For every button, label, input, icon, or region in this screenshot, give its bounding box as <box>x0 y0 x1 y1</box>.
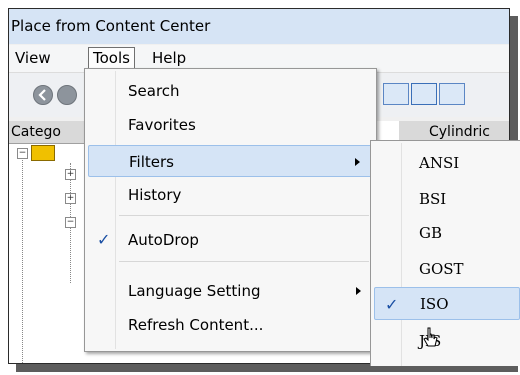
chevron-right-icon <box>356 287 361 295</box>
chevron-right-icon <box>355 158 360 166</box>
tree-expand-icon[interactable]: + <box>65 169 76 180</box>
filter-item-jis[interactable]: JIS <box>374 325 520 358</box>
menu-item-history[interactable]: History <box>88 179 373 211</box>
menu-help[interactable]: Help <box>148 47 190 69</box>
tools-menu-dropdown: Search Favorites Filters History ✓ AutoD… <box>84 68 377 352</box>
tree-collapse-icon[interactable]: − <box>65 217 76 228</box>
filter-item-gb[interactable]: GB <box>374 217 520 250</box>
menu-view[interactable]: View <box>11 47 55 69</box>
menu-item-label: Favorites <box>128 116 196 134</box>
filter-item-gost[interactable]: GOST <box>374 253 520 286</box>
menu-item-autodrop[interactable]: ✓ AutoDrop <box>88 224 373 256</box>
menu-separator <box>119 261 369 262</box>
menu-item-refresh-content[interactable]: Refresh Content... <box>88 309 373 341</box>
category-pane-header: Catego <box>9 121 91 144</box>
check-icon: ✓ <box>385 295 399 314</box>
check-icon: ✓ <box>97 230 111 249</box>
back-icon[interactable] <box>33 85 53 105</box>
menu-item-filters[interactable]: Filters <box>88 145 373 177</box>
list-view-icon[interactable] <box>439 83 465 105</box>
filter-label: ANSI <box>419 154 460 172</box>
table-view-icon[interactable] <box>411 83 437 105</box>
menu-item-label: Filters <box>129 153 174 171</box>
tree-connector <box>22 155 23 363</box>
filter-item-bsi[interactable]: BSI <box>374 183 520 216</box>
menu-tools[interactable]: Tools <box>88 47 135 69</box>
menu-item-favorites[interactable]: Favorites <box>88 109 373 141</box>
window-title: Place from Content Center <box>9 9 509 44</box>
filter-label: BSI <box>419 190 447 208</box>
tree-collapse-icon[interactable]: − <box>17 148 28 159</box>
forward-icon[interactable] <box>57 85 77 105</box>
filter-item-iso[interactable]: ✓ ISO <box>374 287 520 320</box>
menu-item-label: Language Setting <box>128 282 261 300</box>
tree-expand-icon[interactable]: + <box>65 193 76 204</box>
menu-separator <box>119 215 369 216</box>
menu-item-label: Search <box>128 82 180 100</box>
filter-label: ISO <box>420 295 449 313</box>
view-toggle-icon[interactable] <box>383 83 409 105</box>
mouse-pointer-icon <box>423 327 438 347</box>
menu-item-label: Refresh Content... <box>128 316 264 334</box>
filters-submenu: ANSI BSI GB GOST ✓ ISO JIS <box>370 140 520 366</box>
filter-item-ansi[interactable]: ANSI <box>374 147 520 180</box>
menu-item-language-setting[interactable]: Language Setting <box>88 275 373 307</box>
menu-item-label: History <box>128 186 182 204</box>
menu-item-label: AutoDrop <box>128 231 199 249</box>
filter-label: GB <box>419 224 443 242</box>
library-icon <box>31 145 55 161</box>
filter-label: GOST <box>419 260 464 278</box>
menu-item-search[interactable]: Search <box>88 75 373 107</box>
